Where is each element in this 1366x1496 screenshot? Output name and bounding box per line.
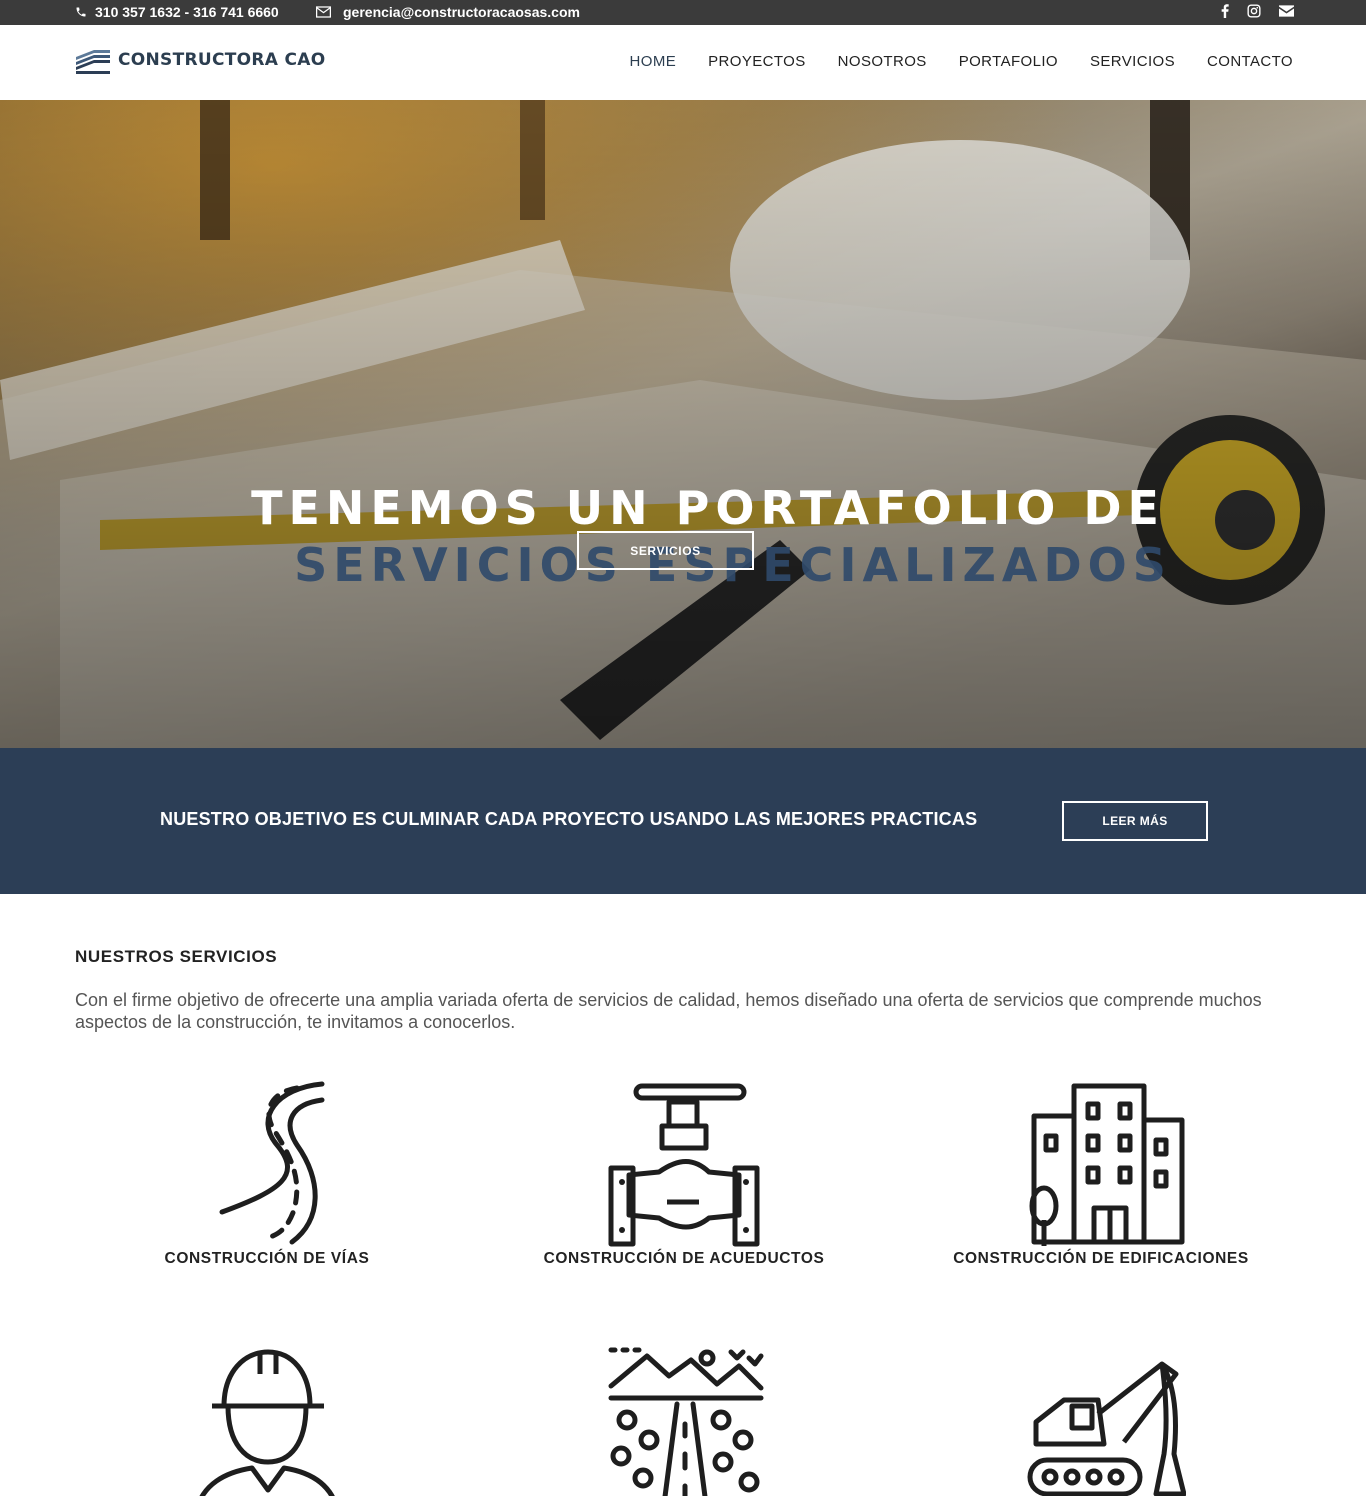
read-more-button[interactable]: LEER MÁS: [1062, 801, 1208, 841]
nav-portafolio[interactable]: PORTAFOLIO: [959, 53, 1058, 70]
hero-section: TENEMOS UN PORTAFOLIO DE SERVICIOS ESPEC…: [0, 100, 1366, 748]
service-card-engineer[interactable]: [87, 1344, 447, 1496]
services-button[interactable]: SERVICIOS: [577, 531, 754, 570]
site-header: CONSTRUCTORA CAO HOME PROYECTOS NOSOTROS…: [0, 25, 1366, 100]
hero-background-image: [0, 100, 1366, 748]
logo-building-icon: [76, 50, 110, 74]
phone-icon: [76, 7, 86, 17]
envelope-outline-icon: [316, 6, 331, 18]
logo-text: CONSTRUCTORA CAO: [118, 50, 326, 70]
engineer-icon: [199, 1349, 335, 1496]
services-heading: NUESTROS SERVICIOS: [75, 947, 278, 966]
top-bar: 310 357 1632 - 316 741 6660 gerencia@con…: [0, 0, 1366, 25]
buildings-icon: [1029, 1083, 1185, 1246]
service-label: CONSTRUCCIÓN DE EDIFICACIONES: [953, 1250, 1249, 1267]
service-card-landscape[interactable]: [504, 1344, 864, 1496]
nav-home[interactable]: HOME: [630, 53, 677, 70]
nav-contacto[interactable]: CONTACTO: [1207, 53, 1293, 70]
service-label: CONSTRUCCIÓN DE ACUEDUCTOS: [543, 1250, 825, 1267]
nav-servicios[interactable]: SERVICIOS: [1090, 53, 1175, 70]
service-card-acueductos[interactable]: CONSTRUCCIÓN DE ACUEDUCTOS: [504, 1080, 864, 1268]
service-card-excavator[interactable]: [921, 1344, 1281, 1496]
service-card-vias[interactable]: CONSTRUCCIÓN DE VÍAS: [87, 1080, 447, 1268]
instagram-icon[interactable]: [1247, 4, 1261, 18]
email-text: gerencia@constructoracaosas.com: [343, 4, 580, 20]
excavator-icon: [1027, 1361, 1186, 1496]
nav-nosotros[interactable]: NOSOTROS: [838, 53, 927, 70]
road-icon: [219, 1081, 325, 1245]
service-card-edificaciones[interactable]: CONSTRUCCIÓN DE EDIFICACIONES: [921, 1080, 1281, 1268]
facebook-icon[interactable]: [1221, 4, 1229, 18]
main-nav: HOME PROYECTOS NOSOTROS PORTAFOLIO SERVI…: [630, 53, 1293, 70]
contact-phone[interactable]: 310 357 1632 - 316 741 6660: [75, 4, 279, 20]
valve-pipe-icon: [608, 1083, 760, 1247]
hero-title-line1: TENEMOS UN PORTAFOLIO DE: [251, 481, 1165, 535]
envelope-icon[interactable]: [1279, 5, 1294, 17]
service-label: CONSTRUCCIÓN DE VÍAS: [164, 1250, 370, 1267]
nav-proyectos[interactable]: PROYECTOS: [708, 53, 806, 70]
contact-email[interactable]: gerencia@constructoracaosas.com: [316, 4, 580, 20]
services-intro: Con el firme objetivo de ofrecerte una a…: [75, 990, 1262, 1032]
landscape-road-icon: [608, 1347, 764, 1496]
logo[interactable]: CONSTRUCTORA CAO: [74, 45, 325, 75]
banner-text: NUESTRO OBJETIVO ES CULMINAR CADA PROYEC…: [160, 809, 978, 829]
social-links: [1221, 4, 1294, 18]
objective-banner: NUESTRO OBJETIVO ES CULMINAR CADA PROYEC…: [0, 748, 1366, 894]
phone-text: 310 357 1632 - 316 741 6660: [95, 4, 279, 20]
